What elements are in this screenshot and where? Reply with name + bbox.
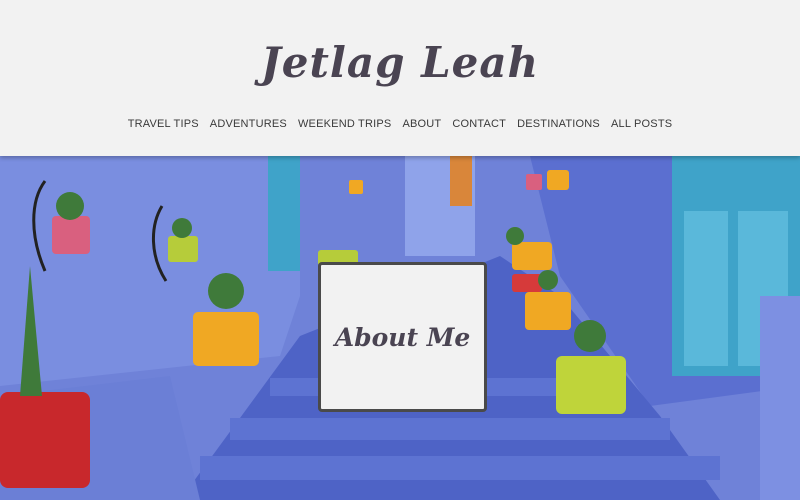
nav-item-destinations[interactable]: DESTINATIONS	[517, 118, 600, 130]
site-title[interactable]: Jetlag Leah	[0, 38, 800, 87]
orange-pot-mid	[525, 292, 571, 330]
nav-item-about[interactable]: ABOUT	[402, 118, 441, 130]
about-me-card[interactable]: About Me	[318, 262, 487, 412]
right-pillar	[760, 296, 800, 500]
plant	[56, 192, 84, 220]
orange-pot-top	[547, 170, 569, 190]
nav-item-weekend-trips[interactable]: WEEKEND TRIPS	[298, 118, 391, 130]
pink-pot	[52, 216, 90, 254]
distant-orange-wall	[450, 156, 472, 206]
nav-item-contact[interactable]: CONTACT	[452, 118, 506, 130]
site-header: Jetlag Leah TRAVEL TIPS ADVENTURES WEEKE…	[0, 0, 800, 156]
plant	[538, 270, 558, 290]
about-me-label: About Me	[334, 322, 471, 352]
orange-pot-upper	[512, 242, 552, 270]
red-pot-small	[512, 274, 542, 292]
nav-item-travel-tips[interactable]: TRAVEL TIPS	[128, 118, 199, 130]
stair-step	[200, 456, 720, 480]
main-nav: TRAVEL TIPS ADVENTURES WEEKEND TRIPS ABO…	[0, 118, 800, 130]
nav-item-adventures[interactable]: ADVENTURES	[210, 118, 287, 130]
plant	[172, 218, 192, 238]
pink-pot-top	[526, 174, 542, 190]
orange-pot	[193, 312, 259, 366]
plant	[506, 227, 524, 245]
plant	[574, 320, 606, 352]
green-pot	[168, 236, 198, 262]
plant	[208, 273, 244, 309]
red-pot	[0, 392, 90, 488]
nav-item-all-posts[interactable]: ALL POSTS	[611, 118, 672, 130]
stair-step	[230, 418, 670, 440]
lime-pot	[556, 356, 626, 414]
teal-shutter	[268, 156, 300, 271]
door-panel-left	[684, 211, 728, 366]
tiny-pot	[349, 180, 363, 194]
